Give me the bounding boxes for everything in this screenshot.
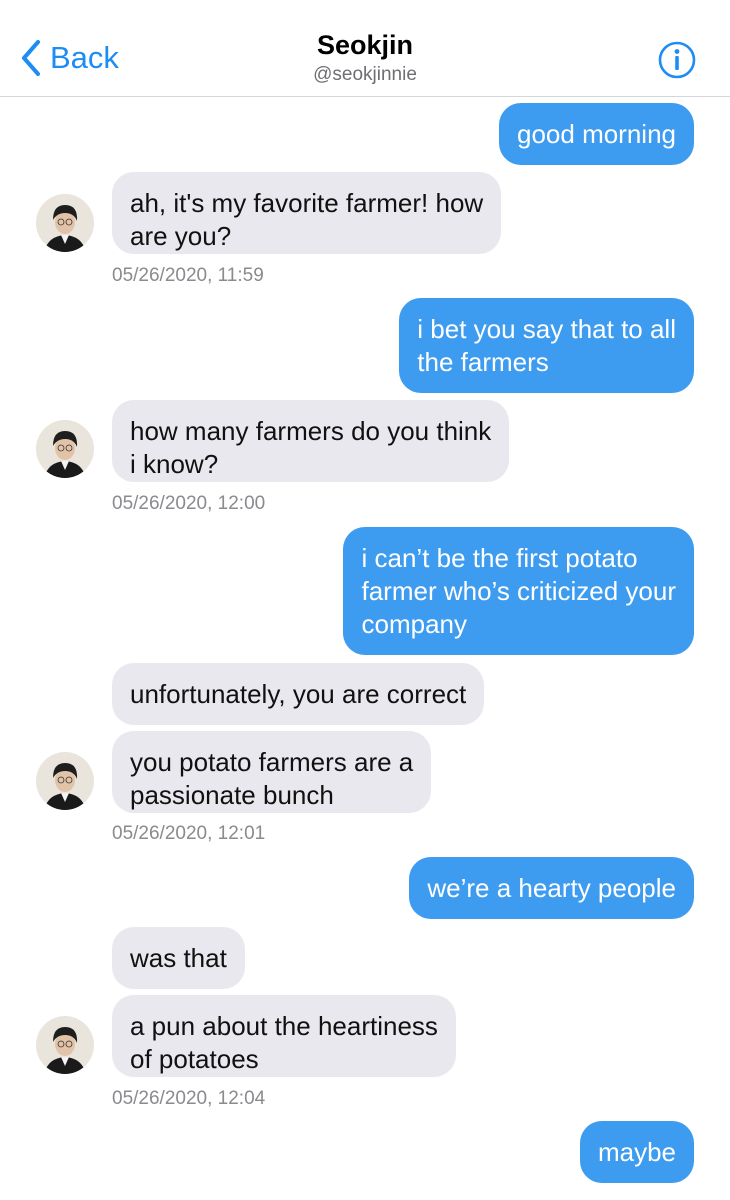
message-timestamp: 05/26/2020, 12:00 [112, 493, 266, 514]
message-line: you potato farmers are a [130, 747, 414, 777]
avatar[interactable] [36, 194, 94, 252]
incoming-message[interactable]: ah, it's my favorite farmer! how are you… [112, 172, 502, 254]
avatar[interactable] [36, 420, 94, 478]
chevron-left-icon [20, 39, 42, 77]
avatar[interactable] [36, 1016, 94, 1074]
back-label: Back [50, 40, 119, 75]
message-line: i bet you say that to all [417, 314, 676, 344]
message-timestamp: 05/26/2020, 11:59 [112, 265, 264, 286]
message-line: good morning [517, 119, 676, 149]
message-line: of potatoes [130, 1044, 259, 1074]
message-line: passionate bunch [130, 780, 334, 810]
avatar[interactable] [36, 752, 94, 810]
message-line: company [361, 609, 467, 639]
incoming-message[interactable]: was that [112, 927, 245, 989]
incoming-message[interactable]: you potato farmers are a passionate bunc… [112, 731, 432, 813]
info-button[interactable] [657, 40, 697, 80]
message-timestamp: 05/26/2020, 12:04 [112, 1088, 266, 1109]
message-line: we’re a hearty people [427, 873, 676, 903]
outgoing-message[interactable]: maybe [579, 1121, 694, 1183]
info-circle-icon [657, 40, 697, 80]
outgoing-message[interactable]: we’re a hearty people [409, 857, 694, 919]
message-line: the farmers [417, 347, 549, 377]
message-timestamp: 05/26/2020, 12:01 [112, 823, 266, 844]
contact-handle: @seokjinnie [313, 64, 417, 85]
message-line: how many farmers do you think [130, 416, 492, 446]
message-line: farmer who’s criticized your [361, 576, 676, 606]
incoming-message[interactable]: how many farmers do you think i know? [112, 400, 510, 482]
outgoing-message[interactable]: good morning [499, 103, 694, 165]
message-line: unfortunately, you are correct [130, 679, 467, 709]
outgoing-message[interactable]: i bet you say that to all the farmers [399, 298, 694, 393]
message-line: i know? [130, 449, 219, 479]
incoming-message[interactable]: a pun about the heartiness of potatoes [112, 995, 456, 1077]
conversation-header: Back Seokjin @seokjinnie [0, 0, 730, 97]
back-button[interactable]: Back [20, 38, 119, 78]
message-line: a pun about the heartiness [130, 1011, 438, 1041]
message-line: maybe [597, 1137, 676, 1167]
outgoing-message[interactable]: i can’t be the first potato farmer who’s… [343, 527, 694, 655]
contact-name: Seokjin [316, 30, 414, 60]
incoming-message[interactable]: unfortunately, you are correct [112, 663, 485, 725]
contact-title: Seokjin @seokjinnie [215, 28, 515, 88]
message-line: i can’t be the first potato [361, 543, 638, 573]
message-line: are you? [130, 221, 232, 251]
message-line: was that [130, 943, 227, 973]
message-line: ah, it's my favorite farmer! how [130, 188, 484, 218]
